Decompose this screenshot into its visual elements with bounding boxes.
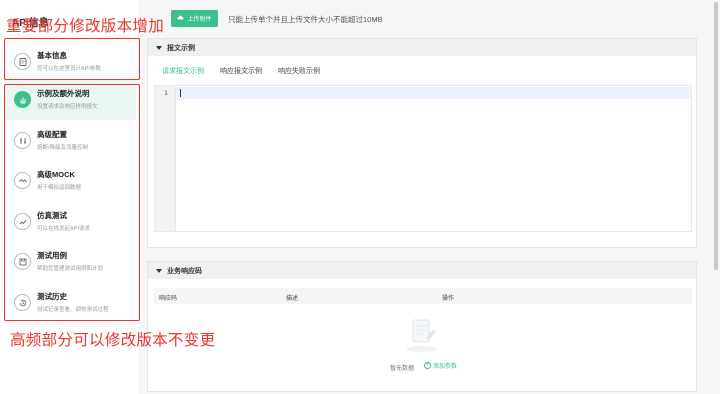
panel-header[interactable]: 报文示例: [148, 39, 696, 56]
page-scrollbar[interactable]: [714, 2, 718, 270]
upload-hint: 只能上传单个并且上传文件大小不能超过10MB: [228, 15, 383, 24]
panel-title: 报文示例: [167, 44, 195, 52]
column-header-actions: 操作: [442, 296, 455, 302]
upload-icon: [177, 15, 184, 20]
panel-header[interactable]: 业务响应码: [148, 262, 696, 279]
plus-circle-icon: +: [424, 362, 431, 369]
caret-down-icon: [156, 268, 162, 273]
upload-button-label: 上传附件: [187, 17, 212, 23]
column-header-description: 描述: [286, 296, 299, 302]
response-code-panel: 业务响应码 响应码 描述 操作 暂无数据 + 添加参数: [147, 261, 697, 392]
tab-response-example[interactable]: 响应报文示例: [220, 66, 262, 76]
annotation-important: 重要部分修改版本增加: [6, 18, 165, 35]
example-tabs: 请求报文示例 响应报文示例 响应失败示例: [162, 66, 320, 76]
add-parameter-label: 添加参数: [433, 364, 458, 370]
column-header-code: 响应码: [159, 296, 178, 302]
text-caret: [180, 89, 181, 97]
code-editor[interactable]: 1: [154, 85, 692, 232]
active-line-highlight: [176, 87, 691, 99]
add-parameter-link[interactable]: + 添加参数: [424, 361, 457, 370]
empty-data-icon: [406, 319, 438, 352]
annotation-box-frequent: [4, 84, 140, 321]
line-gutter: [155, 86, 176, 231]
empty-text: 暂无数据: [390, 366, 415, 372]
tab-request-example[interactable]: 请求报文示例: [162, 66, 204, 76]
table-header: 响应码 描述 操作: [154, 288, 692, 304]
caret-down-icon: [156, 45, 162, 50]
tab-failure-example[interactable]: 响应失败示例: [278, 66, 320, 76]
annotation-box-important: [4, 38, 140, 80]
empty-state: 暂无数据 + 添加参数: [148, 306, 696, 394]
annotation-frequent: 高频部分可以修改版本不变更: [10, 332, 216, 349]
panel-title: 业务响应码: [167, 267, 202, 275]
line-number: 1: [164, 89, 168, 97]
upload-attachment-button[interactable]: 上传附件: [171, 10, 218, 27]
message-example-panel: 报文示例 请求报文示例 响应报文示例 响应失败示例 1: [147, 38, 697, 248]
